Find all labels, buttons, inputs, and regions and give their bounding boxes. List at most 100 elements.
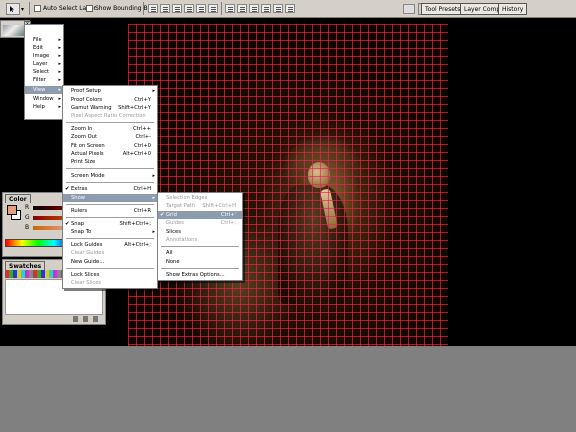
checkmark-icon: ✔ [65, 186, 70, 192]
menu-item-actual-pixels[interactable]: Actual Pixels Alt+Ctrl+0 [63, 150, 157, 158]
chevron-right-icon: ▸ [58, 45, 61, 51]
menu-item-proof-colors[interactable]: Proof Colors Ctrl+Y [63, 96, 157, 104]
menu-item-show[interactable]: Show ▸ [63, 194, 157, 202]
checkmark-icon: ✔ [65, 221, 70, 227]
menu-item-select[interactable]: Select ▸ [25, 68, 63, 76]
chevron-right-icon: ▸ [58, 53, 61, 59]
menu-separator [161, 268, 239, 269]
menu-item-zoom-in[interactable]: Zoom In Ctrl++ [63, 125, 157, 133]
distribute-right-button[interactable] [285, 4, 295, 13]
align-hcenter-button[interactable] [196, 4, 206, 13]
menu-item-snap-to[interactable]: Snap To ▸ [63, 228, 157, 236]
menu-item-all[interactable]: All [158, 249, 242, 257]
menu-separator [66, 168, 154, 169]
menu-item-grid[interactable]: ✔ Grid Ctrl+' [158, 211, 242, 219]
menu-item-selection-edges[interactable]: Selection Edges [158, 194, 242, 202]
chevron-right-icon: ▸ [58, 37, 61, 43]
distribute-left-button[interactable] [261, 4, 271, 13]
menu-item-gamut-warning[interactable]: Gamut Warning Shift+Ctrl+Y [63, 104, 157, 112]
menu-item-clear-guides[interactable]: Clear Guides [63, 249, 157, 257]
distribute-vcenter-button[interactable] [237, 4, 247, 13]
chevron-right-icon: ▸ [152, 229, 155, 235]
tool-preset-chevron-icon[interactable]: ▾ [21, 6, 24, 13]
divider [29, 2, 30, 15]
menu-item-none[interactable]: None [158, 258, 242, 266]
g-label: G [25, 214, 30, 221]
menu-item-snap[interactable]: ✔ Snap Shift+Ctrl+; [63, 220, 157, 228]
chevron-right-icon: ▸ [152, 173, 155, 179]
menu-item-clear-slices[interactable]: Clear Slices [63, 279, 157, 287]
grid-overlay [128, 24, 448, 347]
menu-item-annotations[interactable]: Annotations [158, 236, 242, 244]
align-vcenter-button[interactable] [160, 4, 170, 13]
b-label: B [25, 224, 30, 231]
chevron-right-icon: ▸ [58, 87, 61, 93]
menu-item-lock-guides[interactable]: Lock Guides Alt+Ctrl+; [63, 241, 157, 249]
menu-item-file[interactable]: File ▸ [25, 36, 63, 44]
r-label: R [25, 204, 30, 211]
align-bottom-button[interactable] [172, 4, 182, 13]
menu-item-edit[interactable]: Edit ▸ [25, 44, 63, 52]
chevron-right-icon: ▸ [152, 88, 155, 94]
distribute-hcenter-button[interactable] [273, 4, 283, 13]
menu-item-guides[interactable]: Guides Ctrl+; [158, 219, 242, 227]
menu-separator [161, 246, 239, 247]
show-menu: Selection Edges Target Path Shift+Ctrl+H … [157, 192, 243, 281]
menu-item-target-path[interactable]: Target Path Shift+Ctrl+H [158, 202, 242, 210]
tab-color[interactable]: Color [5, 194, 31, 203]
distribute-top-button[interactable] [225, 4, 235, 13]
menu-item-lock-slices[interactable]: Lock Slices [63, 271, 157, 279]
divider [221, 2, 222, 15]
checkmark-icon: ✔ [160, 212, 165, 218]
view-menu: Proof Setup ▸ Proof Colors Ctrl+Y Gamut Wa… [62, 85, 158, 289]
menu-item-rulers[interactable]: Rulers Ctrl+R [63, 207, 157, 215]
menu-separator [66, 238, 154, 239]
menu-item-proof-setup[interactable]: Proof Setup ▸ [63, 87, 157, 95]
divider [143, 2, 144, 15]
tab-history[interactable]: History [498, 3, 528, 15]
menu-item-screen-mode[interactable]: Screen Mode ▸ [63, 172, 157, 180]
show-bounding-box-checkbox[interactable] [86, 5, 93, 12]
menu-item-filter[interactable]: Filter ▸ [25, 76, 63, 84]
move-tool-icon[interactable] [6, 3, 20, 15]
menu-item-image[interactable]: Image ▸ [25, 52, 63, 60]
menu-item-print-size[interactable]: Print Size [63, 158, 157, 166]
auto-select-layer-checkbox[interactable] [34, 5, 41, 12]
chevron-right-icon: ▸ [58, 96, 61, 102]
menu-separator [66, 122, 154, 123]
options-bar: ▾ Auto Select Layer Show Bounding Box To… [0, 0, 576, 18]
menu-item-layer[interactable]: Layer ▸ [25, 60, 63, 68]
chevron-right-icon: ▸ [152, 195, 155, 201]
menu-separator [66, 182, 154, 183]
menu-item-extras[interactable]: ✔ Extras Ctrl+H [63, 185, 157, 193]
menu-item-fit-on-screen[interactable]: Fit on Screen Ctrl+0 [63, 142, 157, 150]
align-left-button[interactable] [184, 4, 194, 13]
distribute-bottom-button[interactable] [249, 4, 259, 13]
tab-tool-presets[interactable]: Tool Presets [421, 3, 465, 15]
menu-item-show-extras-options[interactable]: Show Extras Options... [158, 271, 242, 279]
align-right-button[interactable] [208, 4, 218, 13]
menu-item-view[interactable]: View ▸ [25, 86, 63, 94]
menu-separator [66, 268, 154, 269]
main-menu: File ▸ Edit ▸ Image ▸ Layer ▸ Select ▸ Filter… [24, 24, 64, 120]
chevron-right-icon: ▸ [58, 77, 61, 83]
chevron-right-icon: ▸ [58, 104, 61, 110]
menu-item-pixel-aspect[interactable]: Pixel Aspect Ratio Correction [63, 112, 157, 120]
menu-item-new-guide[interactable]: New Guide... [63, 258, 157, 266]
foreground-color-swatch[interactable] [7, 205, 17, 215]
menu-item-slices[interactable]: Slices [158, 228, 242, 236]
palette-buttons[interactable] [73, 316, 101, 322]
menu-item-help[interactable]: Help ▸ [25, 103, 63, 111]
menu-separator [66, 217, 154, 218]
file-browser-icon[interactable] [403, 4, 415, 14]
menu-separator [66, 204, 154, 205]
menu-item-zoom-out[interactable]: Zoom Out Ctrl+- [63, 133, 157, 141]
menu-item-window[interactable]: Window ▸ [25, 95, 63, 103]
tab-swatches[interactable]: Swatches [5, 261, 46, 270]
image-canvas[interactable] [128, 24, 448, 347]
align-top-button[interactable] [148, 4, 158, 13]
show-bounding-box-label: Show Bounding Box [95, 5, 155, 12]
chevron-right-icon: ▸ [58, 69, 61, 75]
chevron-right-icon: ▸ [58, 61, 61, 67]
workspace-background [0, 346, 576, 432]
